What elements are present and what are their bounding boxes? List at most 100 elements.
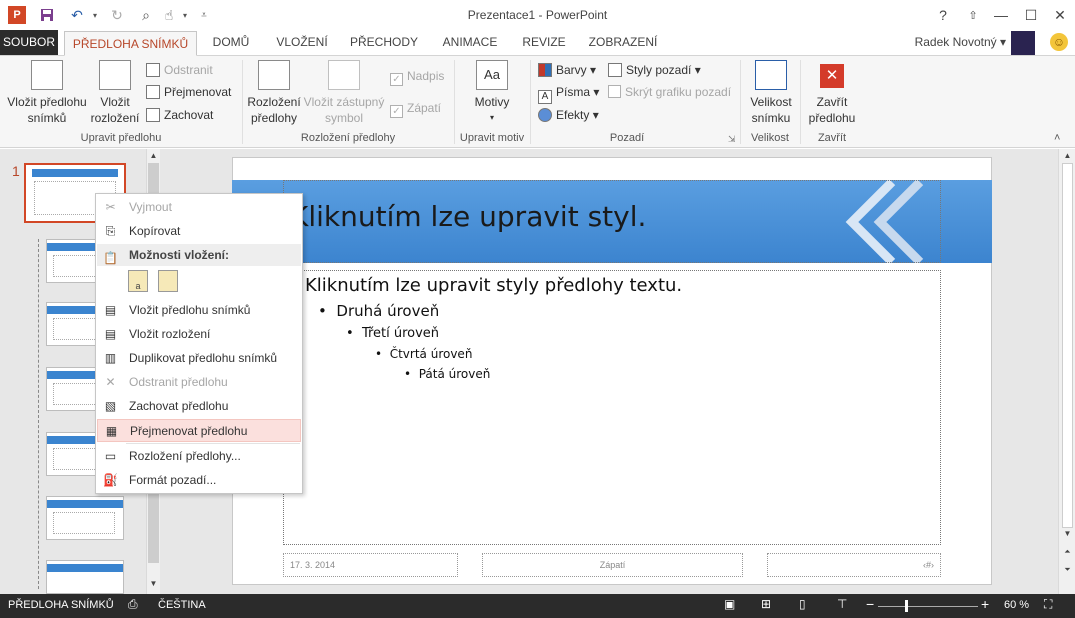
master-layout-button[interactable]: Rozložení předlohy	[246, 60, 302, 126]
body-level-3: • Třetí úroveň	[346, 326, 440, 341]
spellcheck-icon[interactable]: ⎙	[128, 597, 138, 612]
group-label-size: Velikost	[751, 132, 789, 144]
footer-checkbox[interactable]: ✓ Zápatí	[390, 98, 441, 118]
effects-icon	[538, 108, 552, 122]
collapse-ribbon-icon[interactable]: ˄	[1054, 132, 1060, 144]
preserve-label: Zachovat	[164, 108, 214, 122]
fit-to-window-icon[interactable]: ⛶	[1044, 597, 1052, 612]
master-layout-icon: ▭	[104, 449, 117, 463]
zoom-out-icon[interactable]: −	[866, 596, 874, 612]
insert-layout-icon	[99, 60, 131, 90]
fonts-label: Písma	[556, 85, 591, 99]
preserve-icon	[146, 108, 160, 122]
zoom-slider-track[interactable]	[878, 606, 978, 607]
paste-keep-text-icon[interactable]: a	[128, 270, 148, 292]
rename-button[interactable]: Přejmenovat	[146, 82, 231, 102]
colors-button[interactable]: Barvy ▾	[538, 60, 596, 80]
tab-review[interactable]: REVIZE	[516, 30, 572, 55]
menu-label: Rozložení předlohy...	[129, 449, 241, 463]
rename-icon: ▦	[105, 424, 118, 438]
tab-file[interactable]: SOUBOR	[0, 30, 58, 55]
effects-button[interactable]: Efekty ▾	[538, 105, 599, 125]
slide-title[interactable]: Kliknutím lze upravit styl.	[290, 200, 646, 233]
menu-item-delete-master[interactable]: ✕ Odstranit předlohu	[97, 371, 301, 394]
insert-slide-master-button[interactable]: Vložit předlohu snímků	[4, 60, 90, 126]
paste-picture-icon[interactable]	[158, 270, 178, 292]
maximize-icon[interactable]: ☐	[1018, 4, 1044, 26]
canvas-scrollbar[interactable]: ▲ ▼ ⏶ ⏷	[1058, 149, 1075, 594]
background-styles-icon	[608, 63, 622, 77]
insert-master-icon: ▤	[104, 303, 117, 317]
tab-view[interactable]: ZOBRAZENÍ	[582, 30, 664, 55]
menu-item-master-layout[interactable]: ▭ Rozložení předlohy...	[97, 445, 301, 468]
slide-size-icon	[755, 60, 787, 90]
layout-thumbnail[interactable]	[46, 560, 124, 594]
insert-layout-button[interactable]: Vložit rozložení	[90, 60, 140, 126]
tab-transitions[interactable]: PŘECHODY	[344, 30, 424, 55]
user-avatar[interactable]	[1011, 31, 1035, 55]
scroll-up-icon[interactable]: ▲	[148, 151, 159, 160]
menu-item-format-background[interactable]: ⛽ Formát pozadí...	[97, 469, 301, 492]
scroll-down-icon[interactable]: ▼	[1062, 529, 1073, 538]
body-level-4: • Čtvrtá úroveň	[375, 347, 473, 361]
context-menu: ✂ Vyjmout ⎘ Kopírovat 📋 Možnosti vložení: a…	[95, 193, 303, 494]
dialog-launcher-icon[interactable]: ⇲	[728, 134, 736, 145]
normal-view-icon[interactable]: ▣	[724, 597, 735, 611]
layout-connector	[38, 239, 39, 589]
menu-item-duplicate[interactable]: ▥ Duplikovat předlohu snímků	[97, 347, 301, 370]
body-level-5: • Pátá úroveň	[404, 367, 491, 381]
close-master-view-button[interactable]: ✕ Zavřít předlohu	[804, 60, 860, 126]
next-slide-icon[interactable]: ⏷	[1062, 565, 1073, 575]
effects-label: Efekty	[556, 108, 590, 122]
delete-button[interactable]: Odstranit	[146, 60, 213, 80]
footer-date[interactable]: 17. 3. 2014	[283, 553, 458, 577]
help-icon[interactable]: ?	[930, 4, 956, 26]
user-name[interactable]: Radek Novotný ▾	[900, 30, 1006, 55]
themes-icon: Aa	[476, 60, 508, 90]
paste-options-header: 📋 Možnosti vložení:	[97, 244, 301, 266]
status-bar: PŘEDLOHA SNÍMKŮ ⎙ ČEŠTINA ▣ ⊞ ▯ ⊤ − + 60…	[0, 594, 1075, 618]
title-checkbox[interactable]: ✓ Nadpis	[390, 66, 444, 86]
status-language[interactable]: ČEŠTINA	[158, 599, 206, 611]
tab-insert[interactable]: VLOŽENÍ	[270, 30, 334, 55]
menu-item-preserve[interactable]: ▧ Zachovat předlohu	[97, 395, 301, 418]
background-styles-button[interactable]: Styly pozadí ▾	[608, 60, 701, 80]
hide-background-checkbox[interactable]: Skrýt grafiku pozadí	[608, 82, 731, 102]
slide-size-button[interactable]: Velikost snímku	[744, 60, 798, 126]
status-view-name: PŘEDLOHA SNÍMKŮ	[8, 599, 114, 611]
footer-slide-number[interactable]: ‹#›	[767, 553, 941, 577]
previous-slide-icon[interactable]: ⏶	[1062, 547, 1073, 557]
menu-item-insert-master[interactable]: ▤ Vložit předlohu snímků	[97, 299, 301, 322]
preserve-button[interactable]: Zachovat	[146, 105, 213, 125]
menu-item-cut[interactable]: ✂ Vyjmout	[97, 196, 301, 219]
zoom-level[interactable]: 60 %	[1004, 599, 1029, 611]
scroll-up-icon[interactable]: ▲	[1062, 151, 1073, 160]
ribbon-display-icon[interactable]: ⇧	[960, 4, 986, 26]
menu-item-rename[interactable]: ▦ Přejmenovat předlohu	[97, 419, 301, 442]
slide-sorter-icon[interactable]: ⊞	[761, 597, 771, 611]
tab-animations[interactable]: ANIMACE	[434, 30, 506, 55]
tab-home[interactable]: DOMŮ	[202, 30, 260, 55]
body-level-2-text: Druhá úroveň	[336, 302, 440, 320]
slide-number: 1	[12, 163, 20, 179]
scroll-down-icon[interactable]: ▼	[148, 579, 159, 588]
menu-item-copy[interactable]: ⎘ Kopírovat	[97, 220, 301, 243]
fonts-button[interactable]: A Písma ▾	[538, 82, 599, 104]
slideshow-view-icon[interactable]: ⊤	[837, 597, 847, 611]
menu-label: Kopírovat	[129, 224, 181, 238]
minimize-icon[interactable]: —	[988, 4, 1014, 26]
smiley-feedback-icon[interactable]: ☺	[1050, 33, 1068, 51]
zoom-in-icon[interactable]: +	[981, 596, 989, 612]
tab-slide-master[interactable]: PŘEDLOHA SNÍMKŮ	[64, 31, 197, 56]
footer-center[interactable]: Zápatí	[482, 553, 743, 577]
scroll-thumb[interactable]	[1062, 163, 1073, 528]
close-icon[interactable]: ✕	[1047, 4, 1073, 26]
layout-thumbnail[interactable]	[46, 496, 124, 540]
themes-button[interactable]: Aa Motivy ▾	[462, 60, 522, 126]
colors-label: Barvy	[556, 63, 587, 77]
body-level-1: Kliknutím lze upravit styly předlohy tex…	[305, 275, 683, 296]
reading-view-icon[interactable]: ▯	[799, 597, 806, 611]
menu-item-insert-layout[interactable]: ▤ Vložit rozložení	[97, 323, 301, 346]
zoom-slider-thumb[interactable]	[904, 600, 908, 612]
insert-placeholder-button[interactable]: Vložit zástupný symbol	[302, 60, 386, 126]
